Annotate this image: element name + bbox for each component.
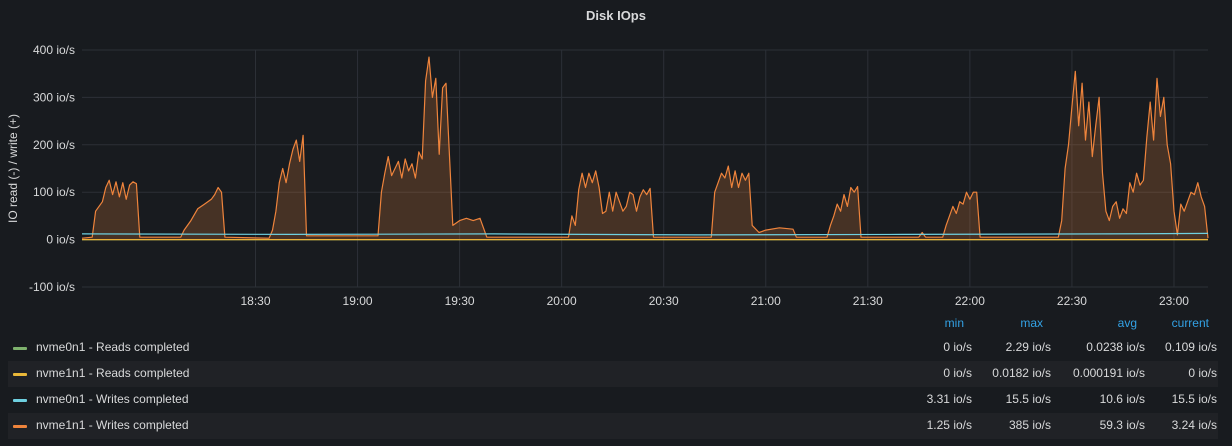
legend-swatch [13,425,27,428]
legend-header-max[interactable]: max [980,316,1043,330]
legend-header-avg[interactable]: avg [1060,316,1137,330]
legend-header-current[interactable]: current [1140,316,1209,330]
legend-max: 385 io/s [1008,418,1051,432]
y-tick-label: 200 io/s [33,138,75,152]
y-tick-label: 300 io/s [33,90,75,104]
y-tick-label: 100 io/s [33,185,75,199]
legend-series-name[interactable]: nvme1n1 - Writes completed [36,418,189,432]
x-tick-label: 22:30 [1057,294,1087,308]
y-tick-label: 400 io/s [33,43,75,57]
legend-current: 3.24 io/s [1171,418,1217,432]
x-tick-label: 18:30 [240,294,270,308]
legend-series-name[interactable]: nvme1n1 - Reads completed [36,366,189,380]
x-tick-label: 21:00 [751,294,781,308]
legend-row[interactable]: nvme0n1 - Reads completed 0 io/s 2.29 io… [8,335,1218,361]
legend-avg: 59.3 io/s [1099,418,1145,432]
legend-avg: 0.0238 io/s [1086,340,1145,354]
x-tick-label: 23:00 [1159,294,1189,308]
legend-header: min max avg current [0,316,1232,334]
legend-max: 15.5 io/s [1005,392,1051,406]
x-tick-label: 20:30 [649,294,679,308]
legend-max: 0.0182 io/s [992,366,1051,380]
legend-current: 0.109 io/s [1164,340,1217,354]
y-tick-label: 0 io/s [46,233,75,247]
legend-series-name[interactable]: nvme0n1 - Writes completed [36,392,189,406]
legend-min: 0 io/s [943,340,972,354]
legend-row[interactable]: nvme1n1 - Writes completed 1.25 io/s 385… [8,413,1218,439]
x-tick-label: 22:00 [955,294,985,308]
legend-min: 0 io/s [943,366,972,380]
y-tick-label: -100 io/s [29,280,75,294]
y-axis-title: IO read (-) / write (+) [6,114,20,223]
legend-row[interactable]: nvme0n1 - Writes completed 3.31 io/s 15.… [8,387,1218,413]
x-tick-label: 19:30 [445,294,475,308]
legend-max: 2.29 io/s [1005,340,1051,354]
legend-avg: 0.000191 io/s [1072,366,1145,380]
legend-current: 0 io/s [1188,366,1217,380]
legend-min: 3.31 io/s [926,392,972,406]
x-tick-label: 20:00 [547,294,577,308]
legend-current: 15.5 io/s [1171,392,1217,406]
x-tick-label: 21:30 [853,294,883,308]
legend-row[interactable]: nvme1n1 - Reads completed 0 io/s 0.0182 … [8,361,1218,387]
legend-avg: 10.6 io/s [1099,392,1145,406]
x-tick-label: 19:00 [343,294,373,308]
legend-swatch [13,347,27,350]
legend-series-name[interactable]: nvme0n1 - Reads completed [36,340,189,354]
legend-swatch [13,399,27,402]
series-area-fill [82,57,1208,240]
legend-min: 1.25 io/s [926,418,972,432]
legend-swatch [13,373,27,376]
chart-area[interactable]: -100 io/s 0 io/s 100 io/s 200 io/s 300 io/s 4… [0,0,1232,310]
legend-header-min[interactable]: min [900,316,964,330]
